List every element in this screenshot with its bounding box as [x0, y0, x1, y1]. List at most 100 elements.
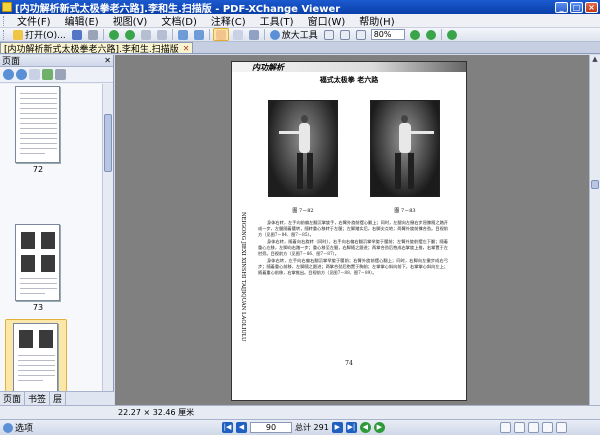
- toolbar-separator: [440, 29, 442, 40]
- zoom-in-thumbs-icon[interactable]: [3, 69, 14, 80]
- continuous-facing-view-icon[interactable]: [542, 422, 553, 433]
- close-panel-icon[interactable]: ✕: [104, 56, 111, 65]
- toolbar-separator: [102, 29, 104, 40]
- undo-button[interactable]: [139, 28, 153, 41]
- menu-window[interactable]: 窗口(W): [301, 13, 353, 28]
- zoom-out-button[interactable]: [408, 28, 422, 41]
- toolbar-grip[interactable]: [3, 29, 7, 40]
- page-subtitle: 福式太极拳 老六路: [319, 75, 379, 84]
- fit-page-button[interactable]: [338, 28, 352, 41]
- document-scrollbar-thumb[interactable]: [591, 180, 599, 189]
- add-toolbar-button[interactable]: [445, 28, 459, 41]
- insert-page-icon[interactable]: [42, 69, 53, 80]
- document-tab[interactable]: [内功解析新式太极拳老六路].李和生.扫描版 ✕: [0, 42, 194, 55]
- zoom-out-icon: [409, 29, 420, 40]
- menu-bar: 文件(F) 编辑(E) 视图(V) 文档(D) 注释(C) 工具(T) 窗口(W…: [0, 14, 600, 28]
- back-button[interactable]: [107, 28, 121, 41]
- page-thumbnail[interactable]: [15, 224, 60, 301]
- menu-edit[interactable]: 编辑(E): [58, 13, 106, 28]
- open-button[interactable]: 打开(O)...: [11, 28, 68, 41]
- fit-page-icon: [339, 29, 350, 40]
- zoom-in-button[interactable]: [424, 28, 438, 41]
- status-bar: 22.27 × 32.46 厘米: [0, 405, 600, 419]
- document-scrollbar[interactable]: ▲: [589, 55, 600, 405]
- page-thumbnail-current[interactable]: [13, 323, 58, 391]
- close-tab-icon[interactable]: ✕: [183, 44, 190, 53]
- thumbnail-label: 73: [32, 303, 44, 312]
- menu-document[interactable]: 文档(D): [154, 13, 204, 28]
- options-icon: [3, 422, 13, 433]
- forward-arrow-icon: [124, 29, 135, 40]
- document-tabs: [内功解析新式太极拳老六路].李和生.扫描版 ✕: [0, 42, 600, 55]
- figure-photo-left: [268, 100, 338, 197]
- menu-view[interactable]: 视图(V): [106, 13, 155, 28]
- thumbnail-scrollbar[interactable]: [102, 84, 113, 391]
- options-button[interactable]: 选项: [3, 421, 33, 434]
- fit-width-button[interactable]: [354, 28, 368, 41]
- thumbnail-list[interactable]: 72 73 74: [0, 84, 102, 391]
- actual-size-button[interactable]: [322, 28, 336, 41]
- single-page-view-icon[interactable]: [500, 422, 511, 433]
- maximize-button[interactable]: □: [570, 1, 583, 13]
- pages-panel: 页面 ✕ 72 73 页面 书签 层: [0, 55, 114, 405]
- zoom-level-select[interactable]: 80%: [370, 29, 405, 40]
- zoom-tool-button[interactable]: 放大工具: [268, 28, 320, 41]
- print-button[interactable]: [86, 28, 100, 41]
- minimize-button[interactable]: _: [555, 1, 568, 13]
- first-page-button[interactable]: |◀: [222, 422, 233, 433]
- navigation-bar: 选项 |◀ ◀ 90 总计 291 ▶ ▶| ◀ ▶: [0, 419, 600, 435]
- camera-icon: [248, 29, 259, 40]
- continuous-view-icon[interactable]: [514, 422, 525, 433]
- hand-tool-button[interactable]: [212, 28, 229, 41]
- plus-icon: [446, 29, 457, 40]
- document-tab-label: [内功解析新式太极拳老六路].李和生.扫描版: [4, 44, 179, 55]
- figure-caption-right: 图 7－83: [394, 208, 416, 214]
- window-controls: _ □ ×: [555, 1, 598, 13]
- snapshot-button[interactable]: [247, 28, 261, 41]
- redo-icon: [156, 29, 167, 40]
- book-spine-text: NEIGONG JIEXI XINSHI TAIJIQUAN LAOLIULU: [240, 212, 246, 342]
- text-select-icon: [232, 29, 243, 40]
- scrollbar-thumb[interactable]: [104, 114, 112, 172]
- page-header: 内功解析: [232, 62, 466, 73]
- rotate-right-button[interactable]: [192, 28, 206, 41]
- go-forward-button[interactable]: ▶: [373, 422, 385, 433]
- rotate-left-button[interactable]: [176, 28, 190, 41]
- tab-bookmarks[interactable]: 书签: [25, 392, 51, 405]
- page-options-icon[interactable]: [29, 69, 40, 80]
- title-bar: [内功解析新式太极拳老六路].李和生.扫描版 - PDF-XChange Vie…: [0, 0, 600, 15]
- save-icon: [71, 29, 82, 40]
- forward-button[interactable]: [123, 28, 137, 41]
- menu-comments[interactable]: 注释(C): [204, 13, 253, 28]
- redo-button[interactable]: [155, 28, 169, 41]
- menu-file[interactable]: 文件(F): [10, 13, 58, 28]
- pages-panel-toolbar: [0, 67, 113, 83]
- tab-layers[interactable]: 层: [50, 392, 67, 405]
- facing-view-icon[interactable]: [528, 422, 539, 433]
- toolbar-grip[interactable]: [3, 15, 7, 26]
- zoom-out-thumbs-icon[interactable]: [16, 69, 27, 80]
- printed-page-number: 74: [345, 360, 353, 367]
- pages-panel-header: 页面 ✕: [0, 55, 113, 67]
- menu-help[interactable]: 帮助(H): [352, 13, 401, 28]
- close-window-button[interactable]: ×: [585, 1, 598, 13]
- scroll-up-icon[interactable]: ▲: [590, 55, 600, 65]
- document-view[interactable]: 内功解析 福式太极拳 老六路 图 7－82 图 7－83 NEIGONG JIE…: [115, 55, 589, 405]
- save-button[interactable]: [70, 28, 84, 41]
- previous-page-button[interactable]: ◀: [236, 422, 247, 433]
- delete-page-icon[interactable]: [55, 69, 66, 80]
- figure-photo-right: [370, 100, 440, 197]
- actual-size-icon: [323, 29, 334, 40]
- go-back-button[interactable]: ◀: [359, 422, 371, 433]
- rotate-right-icon: [193, 29, 204, 40]
- magnifier-icon: [269, 29, 280, 40]
- zoom-tool-label: 放大工具: [281, 31, 318, 41]
- tab-pages[interactable]: 页面: [0, 392, 26, 405]
- last-page-button[interactable]: ▶|: [345, 422, 357, 433]
- page-number-input[interactable]: 90: [250, 422, 292, 433]
- page-thumbnail[interactable]: [15, 86, 60, 163]
- menu-tools[interactable]: 工具(T): [253, 13, 301, 28]
- settings-icon[interactable]: [556, 422, 567, 433]
- next-page-button[interactable]: ▶: [331, 422, 343, 433]
- select-text-button[interactable]: [231, 28, 245, 41]
